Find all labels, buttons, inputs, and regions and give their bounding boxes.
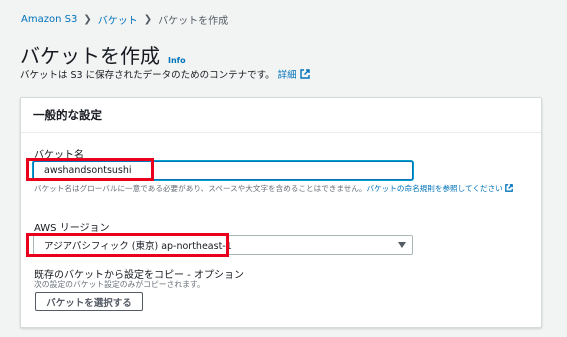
panel-title: 一般的な設定 [21, 98, 541, 133]
caret-down-icon [398, 242, 406, 248]
info-link[interactable]: Info [168, 56, 186, 65]
chevron-right-icon: ❯ [83, 14, 92, 25]
region-selected-value: アジアパシフィック (東京) ap-northeast-1 [44, 241, 232, 252]
general-settings-panel: 一般的な設定 バケット名 バケット名はグローバルに一意である必要があり、スペース… [20, 97, 542, 328]
details-link[interactable]: 詳細 [278, 67, 297, 81]
region-select[interactable]: アジアパシフィック (東京) ap-northeast-1 [33, 235, 413, 255]
page-title: バケットを作成 [20, 44, 160, 68]
choose-bucket-button[interactable]: バケットを選択する [35, 292, 143, 311]
bucket-name-label: バケット名 [34, 150, 84, 161]
external-link-icon[interactable] [299, 69, 310, 79]
breadcrumb: Amazon S3 ❯ バケット ❯ バケットを作成 [21, 12, 228, 27]
breadcrumb-link-s3[interactable]: Amazon S3 [21, 14, 77, 25]
breadcrumb-current: バケットを作成 [158, 16, 229, 27]
title-row: バケットを作成 Info [20, 40, 186, 69]
region-label: AWS リージョン [34, 223, 110, 234]
chevron-right-icon: ❯ [143, 14, 153, 25]
breadcrumb-link-buckets[interactable]: バケット [98, 12, 138, 27]
naming-rules-link[interactable]: バケットの命名規則を参照してください [367, 184, 503, 193]
description-text: バケットは S3 に保存されたデータのためのコンテナです。 [20, 70, 275, 81]
hint-text: バケット名はグローバルに一意である必要があり、スペースや大文字を含めることはでき… [34, 184, 367, 193]
bucket-name-hint: バケット名はグローバルに一意である必要があり、スペースや大文字を含めることはでき… [34, 183, 534, 194]
external-link-icon[interactable] [505, 184, 514, 192]
copy-settings-sublabel: 次の設定のバケット設定のみがコピーされます。 [34, 280, 205, 289]
bucket-name-input[interactable] [33, 161, 413, 180]
page-description: バケットは S3 に保存されたデータのためのコンテナです。 詳細 [20, 67, 310, 81]
